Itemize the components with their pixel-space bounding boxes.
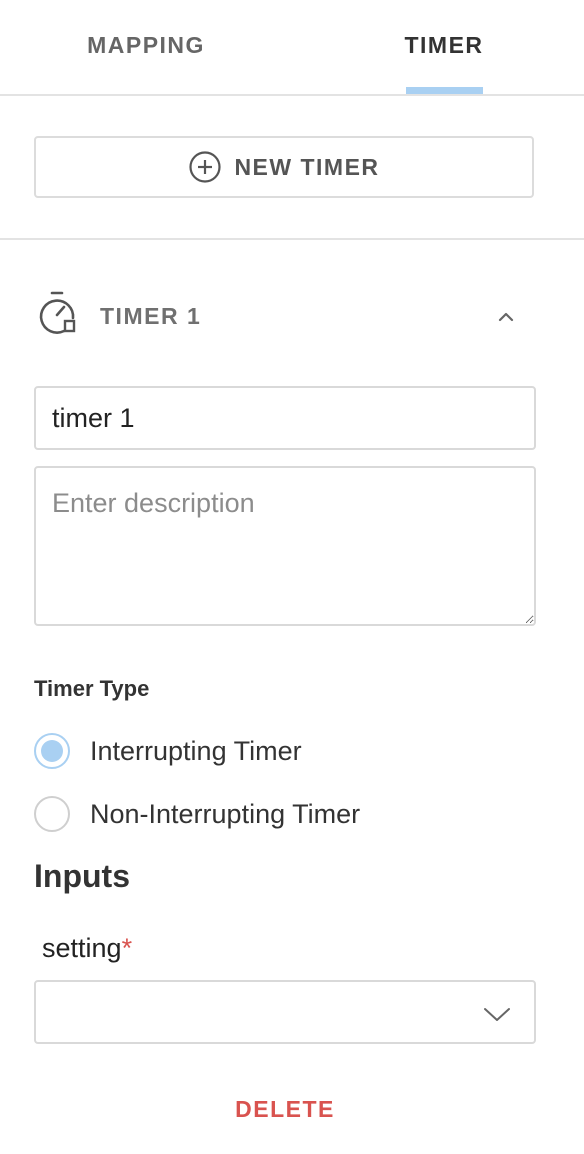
section-divider [0,238,584,240]
required-marker: * [121,933,133,963]
timer-name-input[interactable] [34,386,536,450]
setting-label: setting* [42,933,132,964]
chevron-up-icon[interactable] [494,304,518,333]
tab-bar: MAPPING TIMER [0,0,584,96]
radio-button-checked[interactable] [34,733,70,769]
radio-label: Interrupting Timer [90,735,302,766]
setting-label-text: setting [42,933,122,963]
new-timer-label: NEW TIMER [234,153,380,180]
chevron-down-icon [482,1004,512,1029]
radio-label: Non-Interrupting Timer [90,798,361,829]
radio-interrupting-timer[interactable]: Interrupting Timer [34,731,302,771]
inputs-heading: Inputs [34,858,130,894]
radio-button[interactable] [34,796,70,832]
new-timer-button[interactable]: NEW TIMER [34,136,534,198]
tab-timer[interactable]: TIMER [382,0,506,92]
radio-non-interrupting-timer[interactable]: Non-Interrupting Timer [34,794,360,834]
delete-button[interactable]: DELETE [200,1088,370,1130]
active-tab-indicator [406,87,483,94]
timer-header[interactable]: TIMER 1 [34,286,534,350]
setting-select[interactable] [34,980,536,1044]
tab-mapping[interactable]: MAPPING [60,0,232,92]
timer-title: TIMER 1 [100,303,202,329]
timer-description-input[interactable] [34,466,536,626]
timer-type-label: Timer Type [34,676,150,701]
timer-icon [38,290,80,341]
plus-circle-icon [188,150,222,184]
